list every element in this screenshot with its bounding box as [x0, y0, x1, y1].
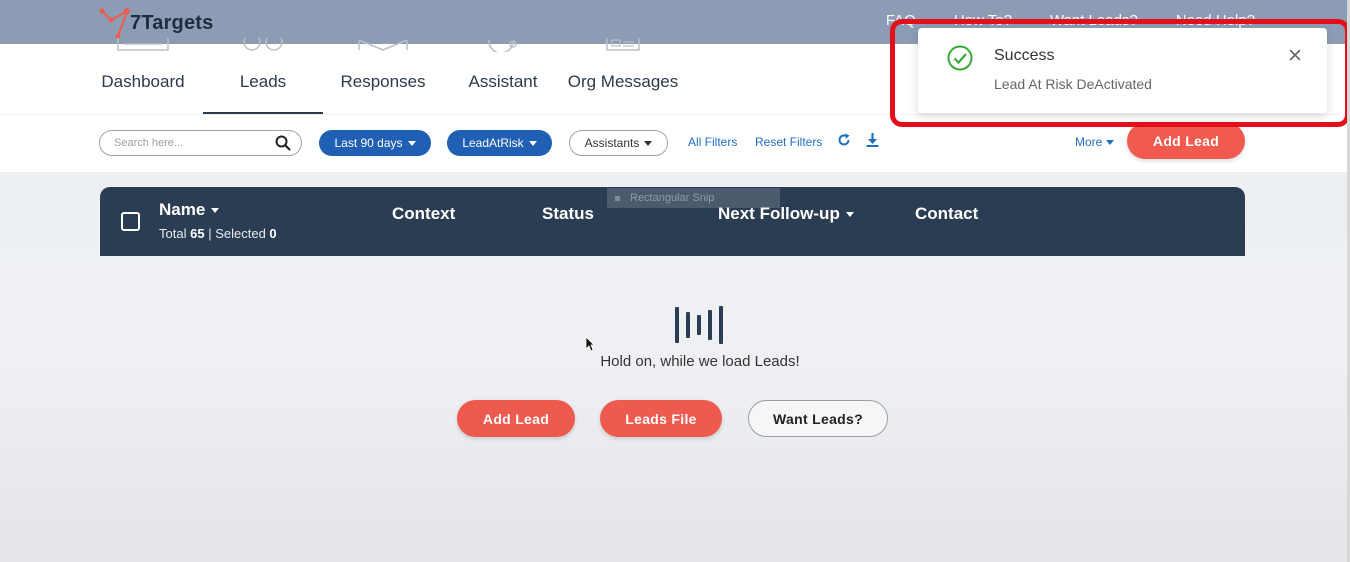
column-contact: Contact	[915, 204, 978, 224]
download-icon[interactable]	[866, 133, 879, 147]
column-status-label: Status	[542, 204, 594, 223]
loading-spinner	[675, 306, 723, 344]
summary-separator: |	[208, 226, 212, 241]
assistant-icon	[488, 39, 517, 52]
date-range-label: Last 90 days	[334, 136, 403, 150]
selected-label: Selected	[215, 226, 266, 241]
nav-item-assistant[interactable]: Assistant	[462, 39, 544, 114]
refresh-icon[interactable]	[837, 133, 851, 147]
total-count: 65	[190, 226, 205, 241]
loading-message: Hold on, while we load Leads!	[600, 353, 800, 370]
lead-count-summary: Total 65 | Selected 0	[159, 226, 277, 241]
loader-bar	[686, 312, 690, 338]
nav-label-responses: Responses	[340, 72, 426, 91]
column-context-label: Context	[392, 204, 456, 223]
total-label: Total	[159, 226, 187, 241]
assistants-label: Assistants	[584, 136, 640, 150]
org-messages-icon	[606, 38, 640, 51]
selected-count: 0	[269, 226, 277, 241]
more-dropdown[interactable]: More	[1075, 135, 1115, 149]
leads-file-button[interactable]: Leads File	[600, 400, 722, 437]
nav-item-responses[interactable]: Responses	[336, 39, 430, 114]
mouse-cursor-icon	[585, 336, 595, 352]
search-box	[99, 130, 302, 156]
column-contact-label: Contact	[915, 204, 979, 223]
mail-icon	[358, 39, 408, 51]
chevron-down-icon	[644, 140, 653, 146]
leads-icon	[243, 38, 283, 51]
more-label: More	[1075, 135, 1103, 149]
nav-label-org-messages: Org Messages	[567, 72, 679, 91]
select-all-checkbox[interactable]	[121, 212, 140, 231]
nav-label-assistant: Assistant	[468, 72, 538, 91]
add-lead-button[interactable]: Add Lead	[1127, 123, 1245, 159]
nav-label-dashboard: Dashboard	[101, 72, 185, 91]
chevron-down-icon	[1106, 139, 1115, 145]
assistants-dropdown[interactable]: Assistants	[569, 130, 668, 156]
loader-bar	[708, 310, 712, 340]
column-status: Status	[542, 204, 594, 224]
all-filters-link[interactable]: All Filters	[688, 135, 737, 149]
chevron-down-icon	[407, 140, 416, 146]
column-name[interactable]: Name	[159, 200, 220, 220]
sort-down-icon	[845, 211, 854, 217]
nav-item-org-messages[interactable]: Org Messages	[562, 38, 684, 114]
column-context: Context	[392, 204, 455, 224]
lead-filter-label: LeadAtRisk	[462, 136, 524, 150]
loader-bar	[697, 315, 701, 335]
column-name-label: Name	[159, 200, 206, 219]
lead-filter-dropdown[interactable]: LeadAtRisk	[447, 130, 552, 156]
snip-tooltip-text: Rectangular Snip	[630, 192, 715, 204]
want-leads-button[interactable]: Want Leads?	[748, 400, 888, 437]
nav-item-leads[interactable]: Leads	[203, 38, 323, 114]
date-range-dropdown[interactable]: Last 90 days	[319, 130, 431, 156]
app-logo[interactable]: 7Targets	[98, 6, 214, 40]
chevron-down-icon	[528, 140, 537, 146]
loader-bar	[719, 306, 723, 344]
snip-tooltip-ghost: Rectangular Snip	[607, 188, 780, 208]
highlight-box	[890, 19, 1350, 127]
loader-bar	[675, 307, 679, 343]
sort-down-icon	[211, 207, 220, 213]
nav-label-leads: Leads	[239, 72, 287, 91]
logo-mark-icon	[99, 8, 130, 39]
search-input[interactable]	[114, 134, 264, 152]
empty-add-lead-button[interactable]: Add Lead	[457, 400, 575, 437]
nav-item-dashboard[interactable]: Dashboard	[98, 38, 188, 114]
search-icon[interactable]	[275, 135, 291, 151]
logo-text: 7Targets	[130, 11, 214, 34]
dashboard-icon	[117, 38, 169, 51]
reset-filters-link[interactable]: Reset Filters	[755, 135, 822, 149]
snip-icon	[615, 195, 620, 201]
